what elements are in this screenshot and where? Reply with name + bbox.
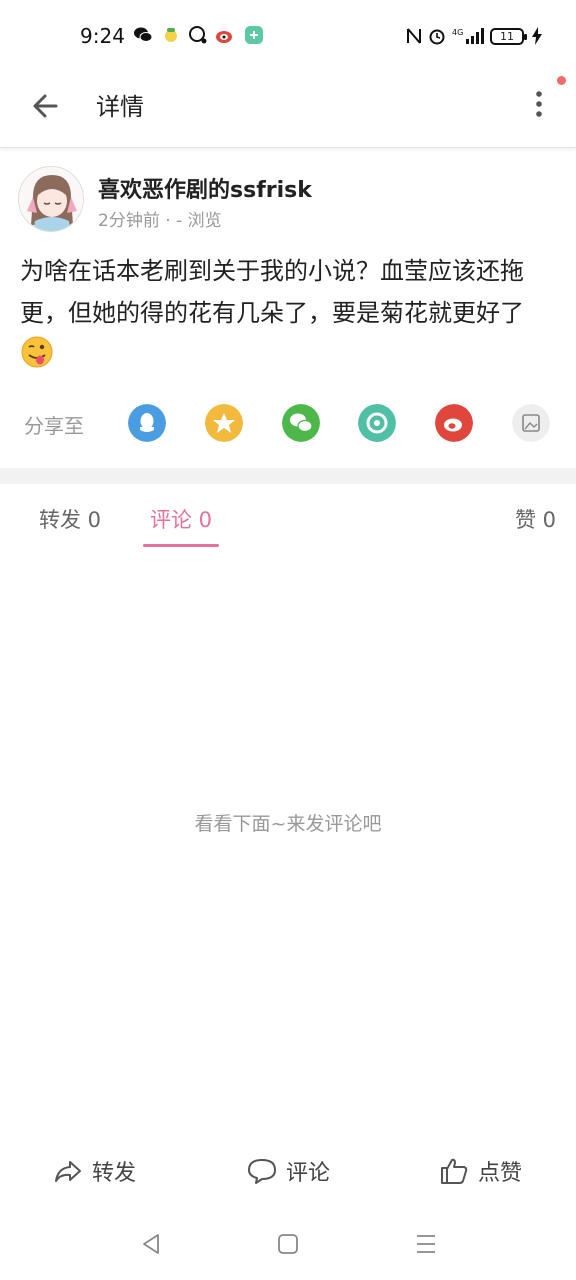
battery-level: 11 [500,29,514,43]
avatar-image [19,167,83,231]
share-arrow-icon [55,1161,81,1182]
signal-4g-icon: 4G [452,28,484,44]
comment-button[interactable]: 评论 [246,1154,330,1188]
moments-icon[interactable] [358,404,396,442]
tab-active-indicator [143,544,219,547]
weibo-share-icon[interactable] [435,404,473,442]
winking-tongue-face-emoji [21,336,53,368]
app-icon [165,28,177,42]
qq-icon[interactable] [128,404,166,442]
like-label: 点赞 [478,1161,523,1186]
page-title: 详情 [96,93,144,121]
post-content: 为啥在话本老刷到关于我的小说？血莹应该还拖更，但她的得的花有几朵了，要是菊花就更… [20,250,556,376]
charging-icon [532,27,542,45]
thumbs-up-icon [441,1158,468,1184]
nfc-icon [407,28,421,44]
tab-repost[interactable]: 转发 0 [39,504,101,534]
home-square-icon[interactable] [276,1232,300,1256]
post-meta: 2分钟前 · - 浏览 [98,211,222,231]
network-label: 4G [452,28,463,37]
status-time: 9:24 [80,24,125,48]
tab-like[interactable]: 赞 0 [515,504,556,534]
empty-comments-hint: 看看下面~来发评论吧 [194,813,382,835]
comment-label: 评论 [286,1161,331,1186]
status-bar: 9:24 4G 11 [0,0,576,70]
avatar[interactable] [18,166,84,232]
weibo-icon [216,31,232,43]
alarm-icon [429,29,445,45]
repost-label: 转发 [92,1161,137,1186]
arrow-left-icon[interactable] [26,86,66,126]
post-text: 为啥在话本老刷到关于我的小说？血莹应该还拖更，但她的得的花有几朵了，要是菊花就更… [20,257,524,327]
wechat-icon [134,27,153,42]
comment-bubble-icon [248,1159,276,1184]
menu-lines-icon[interactable] [414,1232,438,1256]
more-vertical-icon[interactable] [524,84,554,124]
app-green-icon [245,26,263,44]
repost-button[interactable]: 转发 [52,1154,136,1188]
like-button[interactable]: 点赞 [438,1154,522,1188]
back-triangle-icon[interactable] [139,1232,163,1256]
chat-bubble-icon [189,26,207,44]
tab-comment[interactable]: 评论 0 [150,504,212,534]
author-name[interactable]: 喜欢恶作剧的ssfrisk [98,172,312,204]
qzone-icon[interactable] [205,404,243,442]
save-image-icon[interactable] [512,404,550,442]
share-label: 分享至 [24,414,84,438]
top-app-bar: 详情 [0,70,576,148]
status-right-icons: 4G 11 [406,25,542,47]
notification-dot [557,76,566,85]
battery-icon: 11 [490,27,527,45]
wechat-share-icon[interactable] [282,404,320,442]
section-divider [0,468,576,484]
